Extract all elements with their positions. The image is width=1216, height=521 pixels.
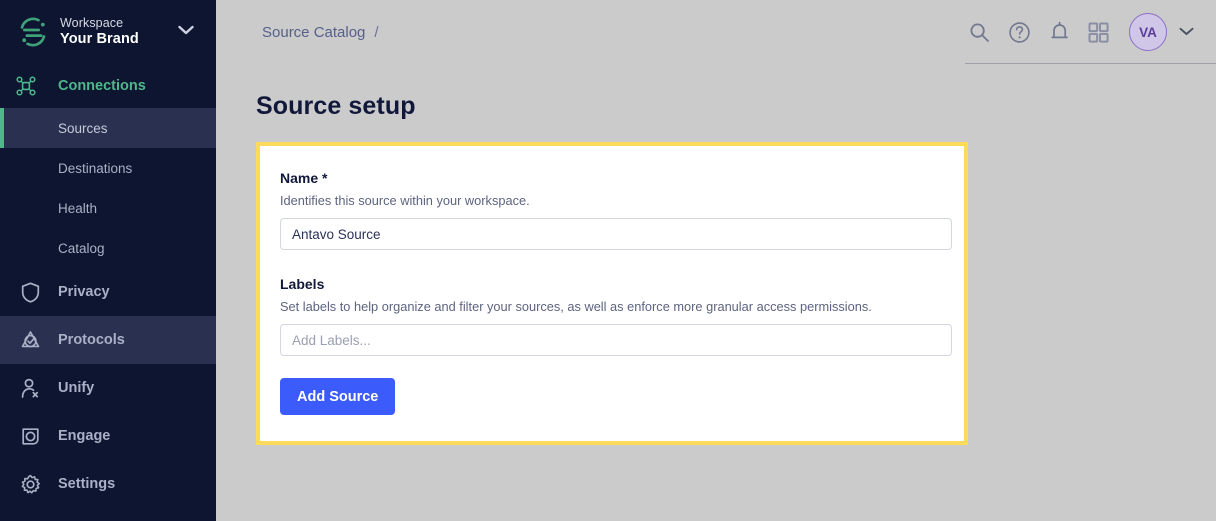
source-setup-card: Name * Identifies this source within you… <box>256 142 968 445</box>
bell-icon[interactable] <box>1049 21 1070 44</box>
main-area: Source Catalog / VA Source setup Name * … <box>216 0 1216 521</box>
chevron-down-icon[interactable] <box>1179 23 1194 41</box>
labels-field-description: Set labels to help organize and filter y… <box>280 299 872 314</box>
sidebar-item-label: Privacy <box>58 284 110 300</box>
connections-network-icon <box>16 76 44 96</box>
breadcrumb-item-source-catalog[interactable]: Source Catalog <box>262 24 365 41</box>
person-icon <box>16 378 44 399</box>
field-spacer <box>280 250 944 276</box>
app-root: Workspace Your Brand Connections Sources… <box>0 0 1216 521</box>
name-input[interactable]: Antavo Source <box>280 218 952 250</box>
topbar-divider <box>965 63 1216 64</box>
sidebar-item-label: Unify <box>58 380 95 396</box>
sidebar-item-settings[interactable]: Settings <box>0 460 216 508</box>
sidebar-item-label: Connections <box>58 78 146 94</box>
sidebar-item-protocols[interactable]: Protocols <box>0 316 216 364</box>
add-source-button[interactable]: Add Source <box>280 378 396 415</box>
topbar: Source Catalog / VA <box>216 0 1216 64</box>
avatar[interactable]: VA <box>1129 13 1167 51</box>
topbar-actions: VA <box>969 13 1194 51</box>
sidebar-item-destinations[interactable]: Destinations <box>0 148 216 188</box>
sidebar-item-health[interactable]: Health <box>0 188 216 228</box>
name-field-description: Identifies this source within your works… <box>280 193 530 208</box>
workspace-brand: Your Brand <box>60 30 139 47</box>
avatar-initials: VA <box>1139 24 1157 40</box>
sidebar-item-connections[interactable]: Connections <box>0 64 216 108</box>
sidebar-item-sources[interactable]: Sources <box>0 108 216 148</box>
sidebar-item-label: Settings <box>58 476 116 492</box>
search-icon[interactable] <box>969 22 990 43</box>
protocols-icon <box>16 330 44 351</box>
workspace-text: Workspace Your Brand <box>60 16 139 47</box>
workspace-switcher[interactable]: Workspace Your Brand <box>0 0 216 64</box>
chevron-down-icon[interactable] <box>178 22 194 40</box>
labels-input-placeholder: Add Labels... <box>292 332 371 348</box>
breadcrumb: Source Catalog / <box>262 24 379 41</box>
name-input-value: Antavo Source <box>292 226 381 242</box>
sidebar-item-engage[interactable]: Engage <box>0 412 216 460</box>
workspace-label: Workspace <box>60 16 124 31</box>
labels-field-label: Labels <box>280 276 325 292</box>
sidebar-subitem-label: Sources <box>58 120 108 136</box>
sidebar-subitem-label: Destinations <box>58 160 133 176</box>
sidebar-subitem-label: Catalog <box>58 240 105 256</box>
gear-icon <box>16 474 44 495</box>
engage-circle-icon <box>16 426 44 447</box>
sidebar-item-label: Protocols <box>58 332 125 348</box>
sidebar-subitem-label: Health <box>58 200 98 216</box>
sidebar-item-unify[interactable]: Unify <box>0 364 216 412</box>
content-area: Source setup Name * Identifies this sour… <box>216 64 1216 445</box>
name-field-label: Name * <box>280 170 328 186</box>
grid-apps-icon[interactable] <box>1088 22 1109 43</box>
page-title: Source setup <box>256 92 416 120</box>
sidebar-item-catalog[interactable]: Catalog <box>0 228 216 268</box>
segment-logo-icon <box>14 13 52 51</box>
sidebar-item-label: Engage <box>58 428 111 444</box>
shield-icon <box>16 281 44 303</box>
breadcrumb-separator: / <box>374 23 379 41</box>
labels-input[interactable]: Add Labels... <box>280 324 952 356</box>
sidebar-item-privacy[interactable]: Privacy <box>0 268 216 316</box>
sidebar: Workspace Your Brand Connections Sources… <box>0 0 216 521</box>
help-circle-icon[interactable] <box>1008 21 1031 44</box>
